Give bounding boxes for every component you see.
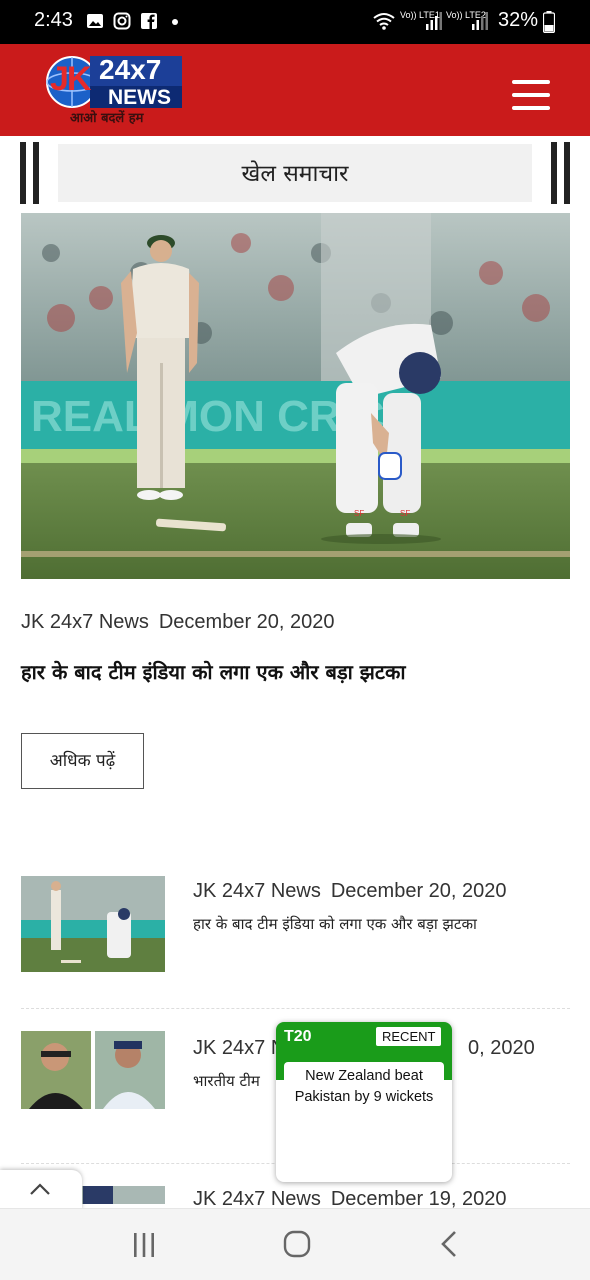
featured-author: JK 24x7 News [21,611,149,633]
notification-dot [172,19,178,25]
list-item-date: December 19, 2020 [330,1188,507,1210]
battery-percent: 32% [498,9,539,31]
list-item-thumbnail[interactable] [21,1031,165,1127]
list-item-author: JK 24x7 N [193,1037,286,1059]
wifi-icon [373,13,395,30]
svg-text:REAL MON CRIC: REAL MON CRIC [31,392,385,441]
list-item-meta: JK 24x7 News December 20, 2020 [193,880,507,903]
featured-title[interactable]: हार के बाद टीम इंडिया को लगा एक और बड़ा … [21,658,570,685]
featured-image[interactable]: REAL MON CRIC SF SF [21,213,570,579]
list-item-title[interactable]: हार के बाद टीम इंडिया को लगा एक और बड़ा … [193,914,477,934]
home-icon[interactable] [277,1227,317,1263]
svg-text:SF: SF [400,509,410,518]
t20-score-widget[interactable]: T20 RECENT New Zealand beat Pakistan by … [276,1022,452,1182]
recent-badge[interactable]: RECENT [376,1027,442,1046]
list-item-date: 0, 2020 [468,1037,535,1059]
logo-tagline: आओ बदलें हम [70,111,144,126]
section-title: खेल समाचार [241,161,349,187]
match-card[interactable]: New Zealand beat Pakistan by 9 wickets [284,1062,444,1174]
hamburger-icon[interactable] [512,80,550,110]
list-item-author: JK 24x7 News [193,880,321,902]
list-item-author: JK 24x7 News [193,1188,321,1210]
t20-tag: T20 [284,1028,312,1045]
recents-icon[interactable] [124,1227,164,1263]
gallery-icon [87,14,103,28]
signal-icon [426,12,442,30]
featured-date: December 20, 2020 [158,611,335,633]
list-item-date: December 20, 2020 [330,880,507,902]
site-header: JK 24x7 NEWS आओ बदलें हम [0,44,590,136]
featured-meta: JK 24x7 News December 20, 2020 [21,611,335,634]
list-divider [21,1008,570,1009]
status-bar: 2:43 Vo)) LTE1 Vo)) LTE2 32% [0,0,590,44]
instagram-icon [113,12,131,30]
list-item-title[interactable]: भारतीय टीम [193,1071,260,1091]
section-heading: खेल समाचार [20,142,570,204]
signal-icon [472,12,488,30]
read-more-button[interactable]: अधिक पढ़ें [21,733,144,789]
status-time: 2:43 [34,9,73,31]
logo-jk: JK [50,60,91,98]
back-icon[interactable] [430,1227,470,1263]
logo-news: NEWS [108,86,171,109]
match-result: New Zealand beat Pakistan by 9 wickets [294,1068,434,1105]
list-item-meta: JK 24x7 N [193,1037,285,1060]
battery-icon [543,11,555,33]
svg-text:SF: SF [354,509,364,518]
system-nav-bar [0,1208,590,1280]
scroll-top-button[interactable] [0,1170,82,1210]
facebook-icon [141,13,157,29]
logo-24x7: 24x7 [99,54,162,85]
chevron-up-icon [30,1183,50,1195]
list-item-thumbnail[interactable] [21,876,165,972]
